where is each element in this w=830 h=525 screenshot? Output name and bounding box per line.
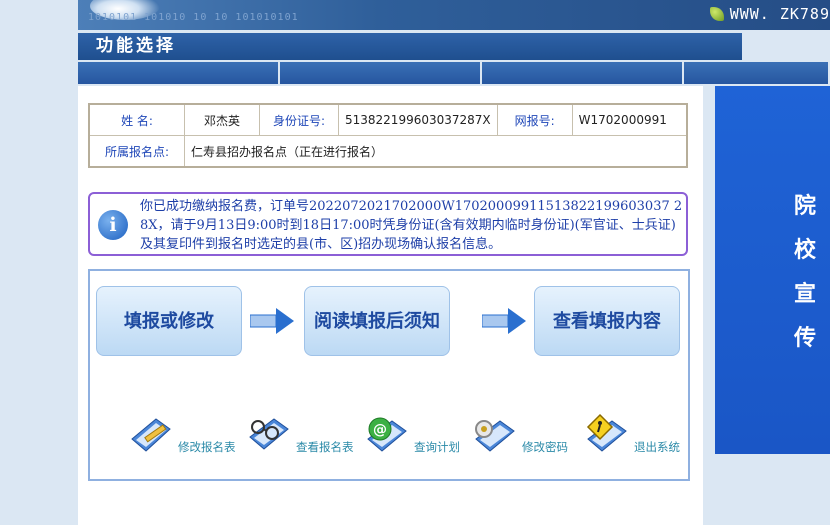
pencil-icon bbox=[131, 418, 171, 452]
name-label: 姓 名: bbox=[88, 103, 185, 136]
query-plan-label: 查询计划 bbox=[414, 440, 460, 454]
tab-4[interactable] bbox=[684, 62, 828, 84]
id-label: 身份证号: bbox=[259, 103, 339, 136]
view-form-label: 查看报名表 bbox=[296, 440, 354, 454]
svg-text:@: @ bbox=[373, 422, 387, 438]
exit-sign-icon bbox=[586, 413, 627, 452]
query-plan-link[interactable]: @ 查询计划 bbox=[362, 413, 460, 457]
change-password-link[interactable]: 修改密码 bbox=[470, 413, 568, 457]
change-password-label: 修改密码 bbox=[522, 440, 568, 454]
leaf-icon bbox=[709, 7, 724, 21]
reg-label: 网报号: bbox=[496, 103, 573, 136]
key-icon bbox=[475, 420, 515, 452]
arrow-right-icon bbox=[250, 308, 294, 334]
school-promo-panel[interactable]: 院校宣传 bbox=[715, 86, 830, 454]
view-content-button[interactable]: 查看填报内容 bbox=[534, 286, 680, 356]
tab-2[interactable] bbox=[280, 62, 480, 84]
tab-1[interactable] bbox=[78, 62, 278, 84]
info-icon: i bbox=[98, 210, 128, 240]
arrow-right-icon bbox=[482, 308, 526, 334]
read-notice-button[interactable]: 阅读填报后须知 bbox=[304, 286, 450, 356]
reg-value: W1702000991 bbox=[571, 103, 688, 136]
table-row: 姓 名: 邓杰英 身份证号: 513822199603037287X 网报号: … bbox=[88, 103, 688, 136]
name-value: 邓杰英 bbox=[184, 103, 260, 136]
main-content: 姓 名: 邓杰英 身份证号: 513822199603037287X 网报号: … bbox=[78, 86, 703, 525]
tab-row bbox=[78, 62, 830, 84]
edit-form-link[interactable]: 修改报名表 bbox=[126, 413, 236, 457]
banner-binary-text: 1010101 101010 10 10 101010101 bbox=[88, 12, 299, 23]
site-label: 所属报名点: bbox=[88, 135, 185, 168]
payment-notice: i 你已成功缴纳报名费，订单号2022072021702000W17020009… bbox=[88, 192, 688, 256]
site-url: WWW. ZK789 bbox=[709, 5, 830, 23]
at-icon: @ bbox=[367, 417, 407, 452]
header-banner: 1010101 101010 10 10 101010101 WWW. ZK78… bbox=[78, 0, 830, 30]
logout-label: 退出系统 bbox=[634, 440, 680, 454]
candidate-info-table: 姓 名: 邓杰英 身份证号: 513822199603037287X 网报号: … bbox=[88, 103, 688, 168]
logout-link[interactable]: 退出系统 bbox=[582, 413, 680, 457]
school-promo-text: 院校宣传 bbox=[793, 193, 816, 351]
function-panel: 填报或修改 阅读填报后须知 查看填报内容 修改报名表 查看报名表 @ 查询计划 … bbox=[88, 269, 690, 481]
tab-3[interactable] bbox=[482, 62, 682, 84]
id-value: 513822199603037287X bbox=[338, 103, 498, 136]
view-form-link[interactable]: 查看报名表 bbox=[244, 413, 354, 457]
site-url-text: WWW. ZK789 bbox=[729, 5, 830, 23]
glasses-icon bbox=[249, 418, 289, 450]
edit-form-label: 修改报名表 bbox=[178, 440, 236, 454]
fill-or-edit-button[interactable]: 填报或修改 bbox=[96, 286, 242, 356]
page-title: 功能选择 bbox=[78, 33, 742, 60]
site-value: 仁寿县招办报名点（正在进行报名） bbox=[184, 135, 688, 168]
table-row: 所属报名点: 仁寿县招办报名点（正在进行报名） bbox=[88, 135, 688, 168]
notice-text: 你已成功缴纳报名费，订单号2022072021702000W1702000991… bbox=[140, 199, 683, 252]
